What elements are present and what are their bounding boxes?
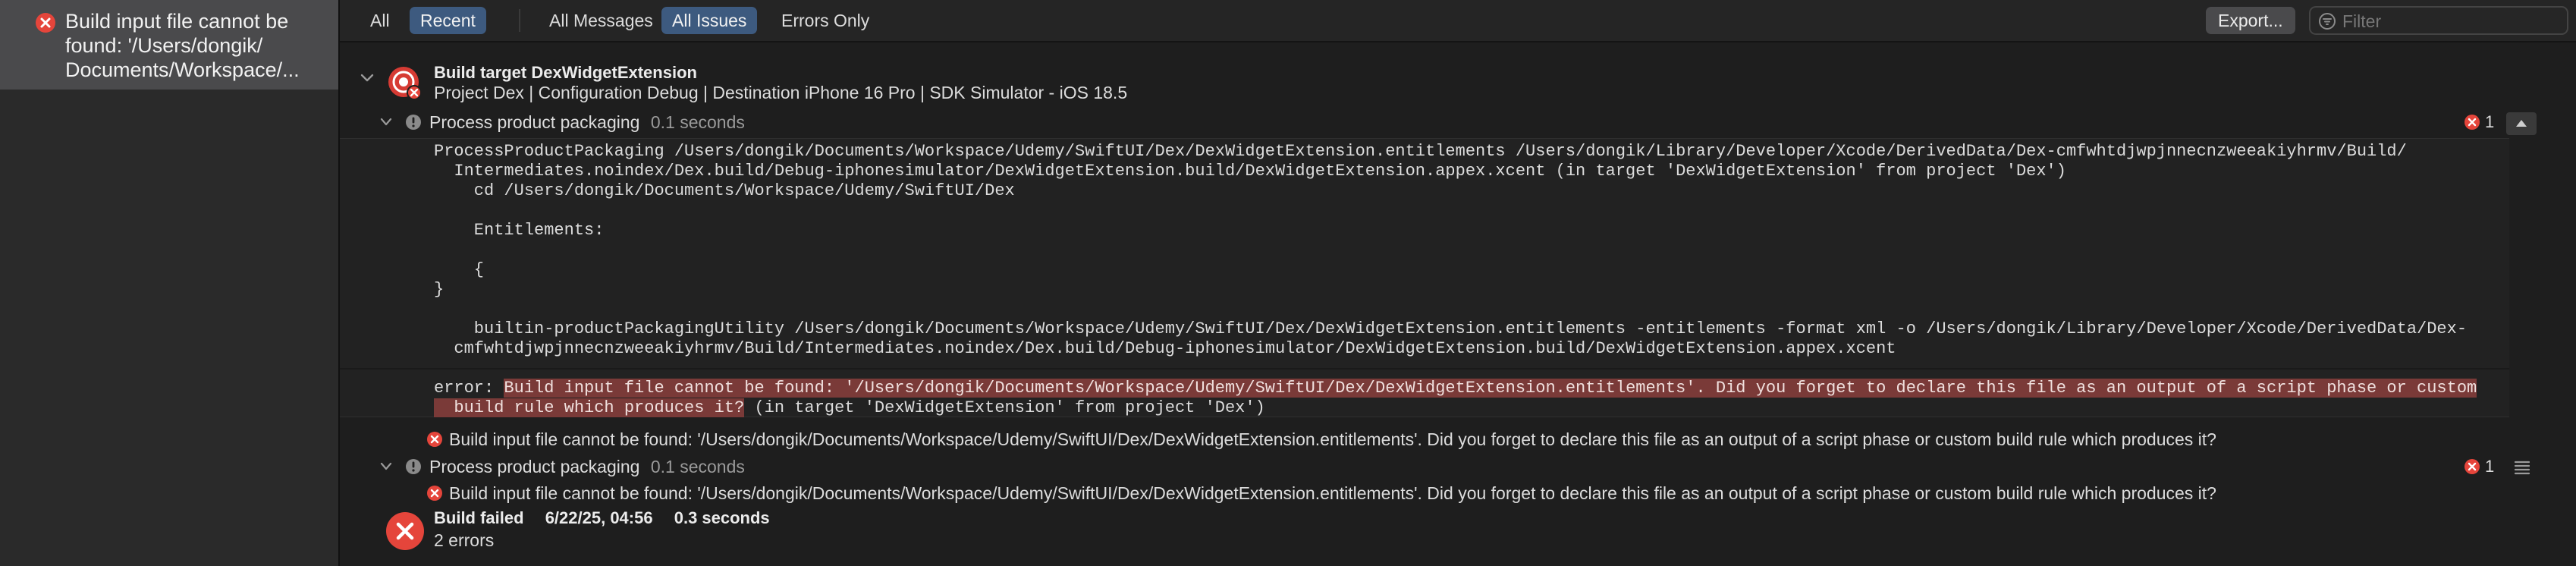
export-button[interactable]: Export...: [2206, 7, 2295, 34]
build-log-panel: All Recent All Messages All Issues Error…: [340, 0, 2576, 566]
build-target-subtitle: Project Dex | Configuration Debug | Dest…: [434, 83, 1128, 102]
sidebar-issue-line: Build input file cannot be: [65, 10, 289, 33]
build-log-transcript: ProcessProductPackaging /Users/dongik/Do…: [340, 138, 2509, 417]
error-log-line: error: Build input file cannot be found:…: [434, 379, 2477, 398]
step1-duration: 0.1 seconds: [650, 112, 745, 132]
transcript-lines-icon[interactable]: [2514, 460, 2530, 475]
error-highlight: build rule which produces it?: [434, 398, 745, 417]
scope-all-button[interactable]: All: [360, 7, 401, 34]
build-target-title: Build target DexWidgetExtension: [434, 63, 697, 82]
chevron-down-icon[interactable]: [379, 118, 393, 127]
chevron-up-icon: [2516, 120, 2527, 127]
sidebar-issue-line: Documents/Workspace/...: [65, 58, 300, 81]
error-icon: [36, 13, 55, 33]
info-icon: [406, 115, 421, 130]
error-suffix: (in target 'DexWidgetExtension' from pro…: [744, 398, 1265, 417]
step1-error-count: 1: [2485, 112, 2495, 131]
step1-title: Process product packaging 0.1 seconds: [429, 112, 745, 133]
build-duration: 0.3 seconds: [674, 508, 770, 527]
step2-title: Process product packaging 0.1 seconds: [429, 456, 745, 477]
step1-title-text: Process product packaging: [429, 112, 640, 132]
step2-issue-message[interactable]: Build input file cannot be found: '/User…: [449, 483, 2216, 504]
filter-icon: [2319, 13, 2336, 30]
log-divider: [340, 368, 2509, 369]
error-icon: [427, 486, 442, 501]
step2-error-count: 1: [2485, 457, 2495, 476]
filter-input[interactable]: [2341, 9, 2564, 33]
error-icon: [2464, 115, 2480, 130]
error-log-line: build rule which produces it? (in target…: [434, 398, 1265, 418]
filter-errors-only-button[interactable]: Errors Only: [771, 7, 880, 34]
step2-title-text: Process product packaging: [429, 457, 640, 476]
build-target-icon: [388, 67, 422, 100]
build-status: Build failed: [434, 508, 524, 527]
log-line: builtin-productPackagingUtility /Users/d…: [434, 319, 2468, 338]
issue-navigator-sidebar: Build input file cannot be found: '/User…: [0, 0, 340, 566]
log-line: }: [434, 280, 445, 299]
build-date: 6/22/25, 04:56: [545, 508, 653, 527]
log-line: cmfwhtdjwpjnnecnzweeakiyhrmv/Build/Inter…: [434, 339, 1896, 358]
build-result-line: Build failed 6/22/25, 04:56 0.3 seconds: [434, 508, 770, 529]
sidebar-issue-text: Build input file cannot be found: '/User…: [65, 9, 323, 82]
log-line: Intermediates.noindex/Dex.build/Debug-ip…: [434, 162, 2066, 181]
info-icon: [406, 459, 421, 474]
step2-duration: 0.1 seconds: [650, 457, 745, 476]
log-toolbar: All Recent All Messages All Issues Error…: [340, 0, 2576, 42]
log-line: ProcessProductPackaging /Users/dongik/Do…: [434, 142, 2407, 161]
step1-issue-message[interactable]: Build input file cannot be found: '/User…: [449, 429, 2216, 450]
error-highlight: Build input file cannot be found: '/User…: [504, 379, 2477, 398]
sidebar-issue-item[interactable]: Build input file cannot be found: '/User…: [0, 0, 338, 90]
filter-all-issues-button[interactable]: All Issues: [661, 7, 758, 34]
build-error-count: 2 errors: [434, 530, 495, 550]
chevron-down-icon[interactable]: [360, 73, 375, 83]
collapse-button[interactable]: [2506, 112, 2537, 135]
sidebar-issue-line: found: '/Users/dongik/: [65, 34, 263, 57]
filter-all-messages-button[interactable]: All Messages: [539, 7, 664, 34]
log-line: cd /Users/dongik/Documents/Workspace/Ude…: [434, 181, 1015, 200]
scope-recent-button[interactable]: Recent: [410, 7, 486, 34]
error-prefix: error:: [434, 379, 504, 398]
log-line: {: [434, 260, 485, 279]
filter-field[interactable]: [2309, 6, 2568, 35]
error-icon: [427, 432, 442, 447]
log-line: Entitlements:: [434, 221, 605, 240]
chevron-down-icon[interactable]: [379, 462, 393, 471]
toolbar-divider: [519, 9, 520, 32]
error-icon: [2464, 459, 2480, 474]
build-failed-icon: [386, 512, 424, 550]
